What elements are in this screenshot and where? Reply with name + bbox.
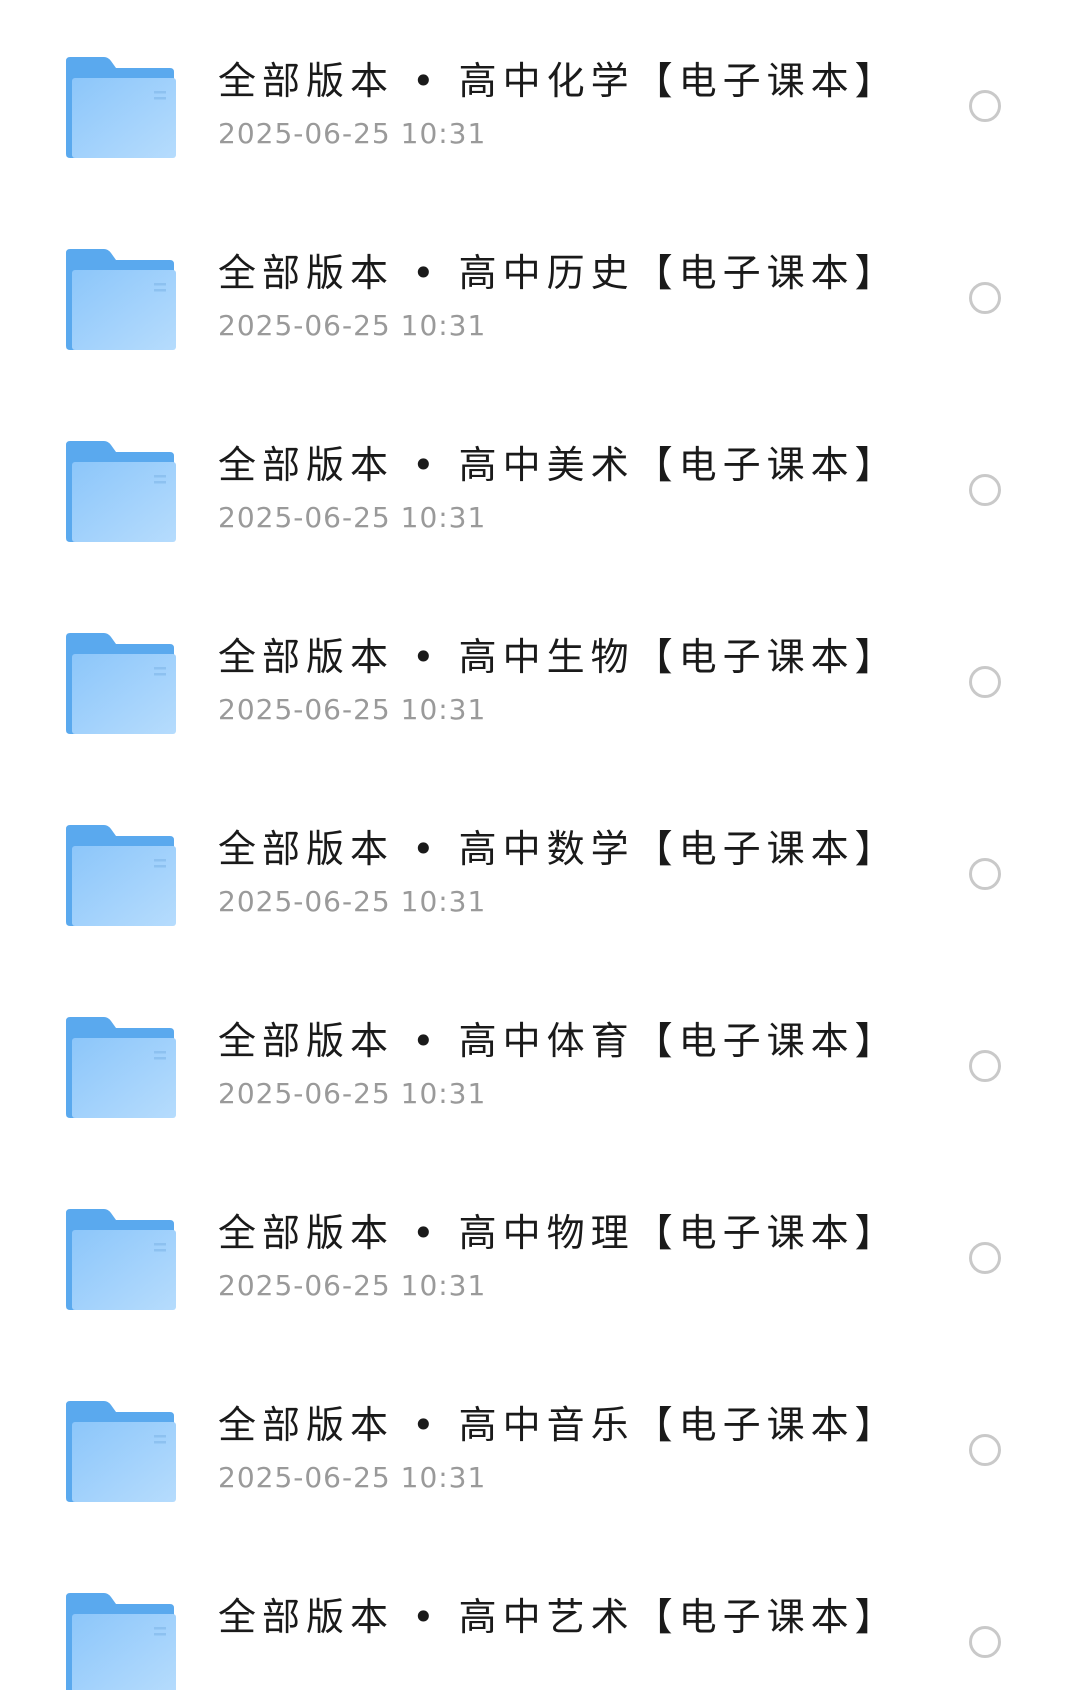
radio-unchecked-icon[interactable]: [969, 1626, 1001, 1658]
radio-unchecked-icon[interactable]: [969, 1242, 1001, 1274]
radio-unchecked-icon[interactable]: [969, 1434, 1001, 1466]
file-row[interactable]: 全部版本 • 高中数学【电子课本】 2025-06-25 10:31: [0, 768, 1080, 960]
file-name: 全部版本 • 高中体育【电子课本】: [218, 1019, 899, 1063]
file-row[interactable]: 全部版本 • 高中历史【电子课本】 2025-06-25 10:31: [0, 192, 1080, 384]
file-name: 全部版本 • 高中美术【电子课本】: [218, 443, 899, 487]
file-date: 2025-06-25 10:31: [218, 309, 487, 342]
radio-unchecked-icon[interactable]: [969, 474, 1001, 506]
radio-unchecked-icon[interactable]: [969, 858, 1001, 890]
file-row[interactable]: 全部版本 • 高中体育【电子课本】 2025-06-25 10:31: [0, 960, 1080, 1152]
folder-icon: [66, 441, 176, 542]
radio-unchecked-icon[interactable]: [969, 1050, 1001, 1082]
file-date: 2025-06-25 10:31: [218, 1077, 487, 1110]
folder-icon: [66, 1401, 176, 1502]
folder-icon: [66, 1017, 176, 1118]
file-name: 全部版本 • 高中化学【电子课本】: [218, 59, 899, 103]
radio-unchecked-icon[interactable]: [969, 282, 1001, 314]
file-name: 全部版本 • 高中音乐【电子课本】: [218, 1403, 899, 1447]
folder-icon: [66, 825, 176, 926]
file-date: 2025-06-25 10:31: [218, 885, 487, 918]
radio-unchecked-icon[interactable]: [969, 90, 1001, 122]
folder-icon: [66, 633, 176, 734]
file-row[interactable]: 全部版本 • 高中生物【电子课本】 2025-06-25 10:31: [0, 576, 1080, 768]
file-date: 2025-06-25 10:31: [218, 1461, 487, 1494]
folder-icon: [66, 57, 176, 158]
file-row[interactable]: 全部版本 • 高中艺术【电子课本】: [0, 1536, 1080, 1690]
file-name: 全部版本 • 高中数学【电子课本】: [218, 827, 899, 871]
file-date: 2025-06-25 10:31: [218, 117, 487, 150]
file-row[interactable]: 全部版本 • 高中物理【电子课本】 2025-06-25 10:31: [0, 1152, 1080, 1344]
file-name: 全部版本 • 高中历史【电子课本】: [218, 251, 899, 295]
radio-unchecked-icon[interactable]: [969, 666, 1001, 698]
folder-icon: [66, 249, 176, 350]
folder-icon: [66, 1209, 176, 1310]
file-row[interactable]: 全部版本 • 高中化学【电子课本】 2025-06-25 10:31: [0, 0, 1080, 192]
file-name: 全部版本 • 高中生物【电子课本】: [218, 635, 899, 679]
file-row[interactable]: 全部版本 • 高中美术【电子课本】 2025-06-25 10:31: [0, 384, 1080, 576]
file-date: 2025-06-25 10:31: [218, 693, 487, 726]
file-date: 2025-06-25 10:31: [218, 501, 487, 534]
file-name: 全部版本 • 高中物理【电子课本】: [218, 1211, 899, 1255]
folder-icon: [66, 1593, 176, 1690]
file-list: 全部版本 • 高中化学【电子课本】 2025-06-25 10:31 全部版本 …: [0, 0, 1080, 1690]
file-row[interactable]: 全部版本 • 高中音乐【电子课本】 2025-06-25 10:31: [0, 1344, 1080, 1536]
file-date: 2025-06-25 10:31: [218, 1269, 487, 1302]
file-name: 全部版本 • 高中艺术【电子课本】: [218, 1595, 899, 1639]
